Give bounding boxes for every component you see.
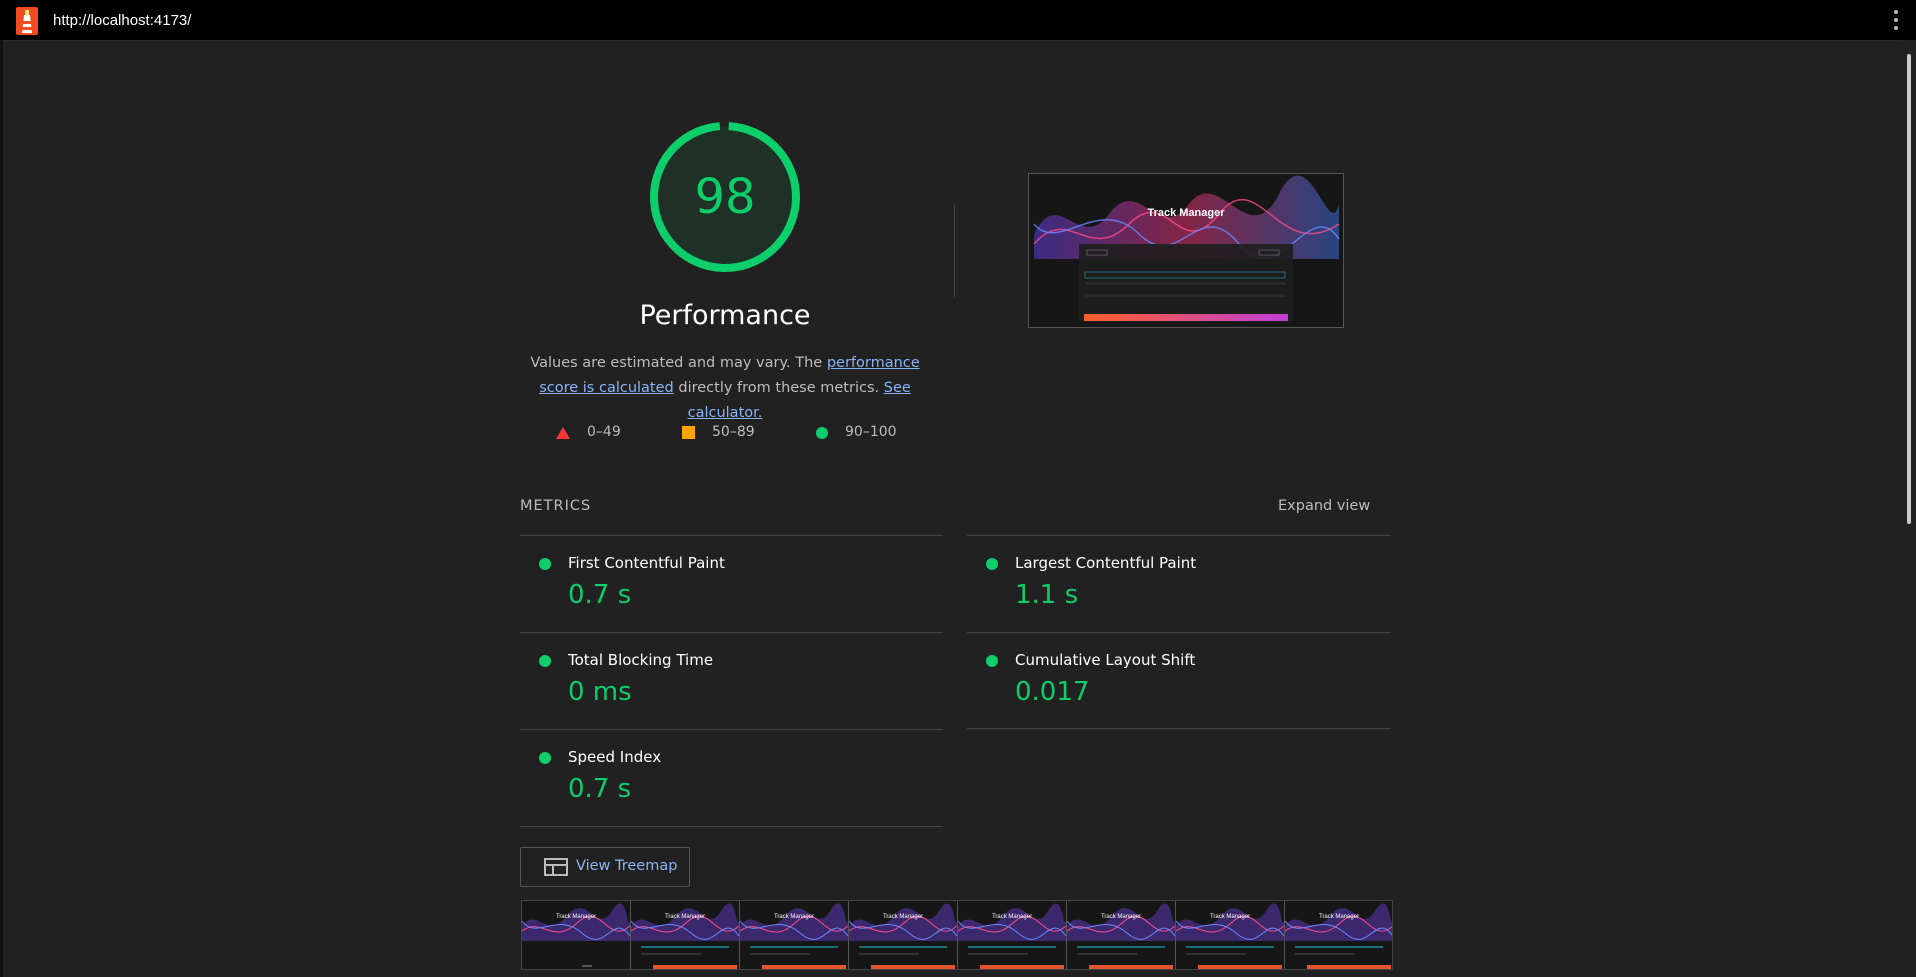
final-screenshot[interactable]: Track Manager [1028,173,1344,328]
metric-speed-index: Speed Index 0.7 s [520,730,940,825]
metric-cumulative-layout-shift: Cumulative Layout Shift 0.017 [967,633,1387,728]
description-text-1: Values are estimated and may vary. The [530,355,827,371]
metric-title: Cumulative Layout Shift [1015,651,1196,669]
more-options-icon[interactable] [1894,10,1898,32]
frame-heading: Track Manager [665,914,705,920]
frame-heading: Track Manager [883,914,923,920]
scrollbar[interactable] [1902,40,1916,977]
legend-average: 50–89 [712,424,755,440]
metric-title: Largest Contentful Paint [1015,554,1197,572]
frame-heading: Track Manager [556,914,596,920]
metric-total-blocking-time: Total Blocking Time 0 ms [520,633,940,728]
metric-title: Total Blocking Time [568,651,714,669]
filmstrip-frame: Track Manager [849,901,958,969]
frame-heading: Track Manager [1210,914,1250,920]
divider [967,728,1391,729]
metric-value: 0.017 [1015,677,1090,707]
performance-gauge: 98 [649,121,801,273]
expand-view-button[interactable]: Expand view [1278,498,1370,514]
description-text-2: directly from these metrics. [673,380,884,396]
pass-circle-icon [986,558,998,570]
legend-fail: 0–49 [587,424,621,440]
pass-circle-icon [539,655,551,667]
page-url: http://localhost:4173/ [53,12,192,29]
treemap-icon [544,858,568,876]
gauge-title: Performance [639,300,811,331]
metric-value: 1.1 s [1015,580,1079,610]
pass-circle-icon [986,655,998,667]
frame-heading: Track Manager [1319,914,1359,920]
filmstrip-frame: Track Manager [1176,901,1285,969]
metric-value: 0 ms [568,677,632,707]
left-edge [0,40,3,977]
view-treemap-label: View Treemap [576,858,678,874]
fail-triangle-icon [556,427,570,439]
metric-largest-contentful-paint: Largest Contentful Paint 1.1 s [967,536,1387,631]
top-bar: http://localhost:4173/ [0,0,1916,41]
metric-title: Speed Index [568,748,662,766]
metric-value: 0.7 s [568,580,632,610]
frame-heading: Track Manager [992,914,1032,920]
filmstrip-frame: Track Manager [522,901,631,969]
filmstrip-frame: Track Manager [958,901,1067,969]
score-description: Values are estimated and may vary. The p… [520,351,930,426]
average-square-icon [682,426,695,439]
pass-circle-icon [539,558,551,570]
frame-heading: Track Manager [1101,914,1141,920]
divider [520,826,943,827]
metric-first-contentful-paint: First Contentful Paint 0.7 s [520,536,940,631]
lighthouse-logo-icon [16,7,38,35]
view-treemap-button[interactable]: View Treemap [520,847,690,887]
pass-circle-icon [539,752,551,764]
metric-value: 0.7 s [568,774,632,804]
frame-heading: Track Manager [774,914,814,920]
scrollbar-thumb[interactable] [1907,54,1911,524]
screenshot-image: Track Manager [1029,174,1343,327]
preview-heading: Track Manager [1147,207,1225,219]
pass-circle-icon [816,427,828,439]
filmstrip: Track Manager Track Manager Track Manager T… [521,900,1393,970]
vertical-divider [954,205,955,297]
metric-title: First Contentful Paint [568,554,725,572]
filmstrip-frame: Track Manager [1285,901,1392,969]
metrics-header: METRICS [520,498,592,514]
filmstrip-frame: Track Manager [631,901,740,969]
filmstrip-frame: Track Manager [1067,901,1176,969]
performance-score: 98 [694,169,756,225]
filmstrip-frame: Track Manager [740,901,849,969]
legend-pass: 90–100 [845,424,897,440]
